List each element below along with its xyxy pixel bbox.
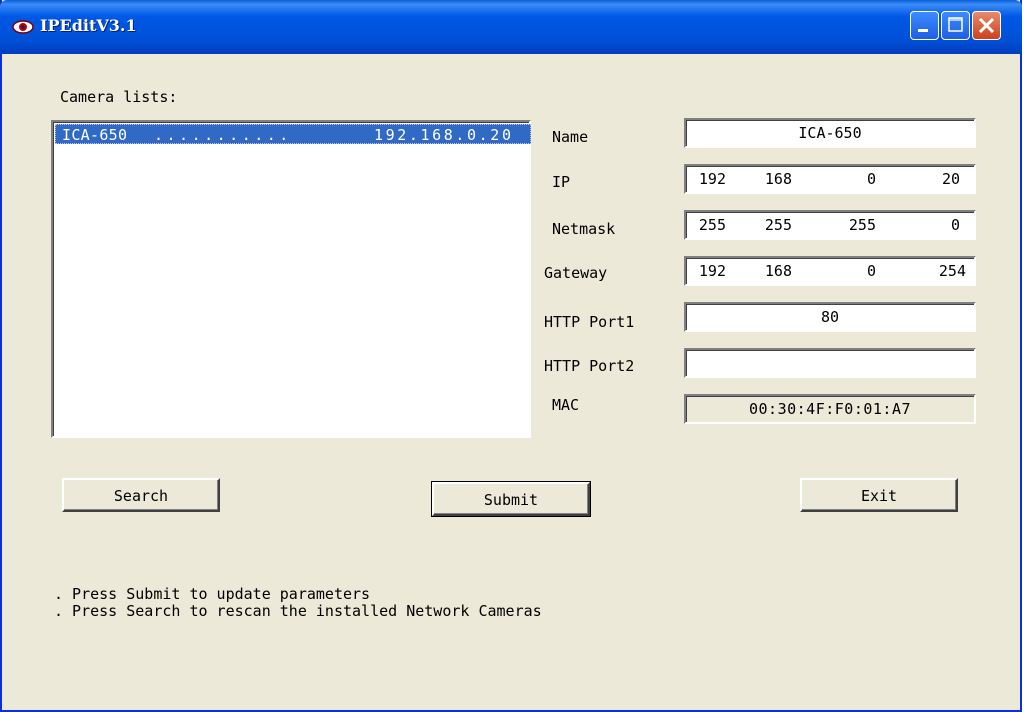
search-button-label: Search xyxy=(113,487,169,505)
ip-octet-4[interactable]: 20 xyxy=(912,170,960,188)
close-button[interactable] xyxy=(972,11,1001,40)
camera-name: ICA-650 xyxy=(62,126,128,144)
list-item[interactable]: ICA-650 ........... 192.168.0.20 xyxy=(55,124,531,144)
help-line-2: . Press Search to rescan the installed N… xyxy=(54,602,542,620)
name-value: ICA-650 xyxy=(798,124,862,142)
exit-button[interactable]: Exit xyxy=(800,478,958,512)
http-port1-field[interactable]: 80 xyxy=(684,302,976,332)
camera-list-label: Camera lists: xyxy=(60,88,178,106)
mac-label: MAC xyxy=(552,396,580,414)
app-window: IPEditV3.1 Camera lists: ICA-650 .......… xyxy=(0,0,1022,712)
maximize-icon xyxy=(948,17,963,32)
gateway-label: Gateway xyxy=(544,264,608,282)
camera-ip: 192.168.0.20 xyxy=(374,126,514,144)
camera-separator: ........... xyxy=(154,126,292,144)
http-port1-value: 80 xyxy=(820,308,840,326)
netmask-octet-2[interactable]: 255 xyxy=(744,216,792,234)
minimize-icon xyxy=(918,29,928,32)
ip-field[interactable]: 192 168 0 20 xyxy=(684,164,976,194)
mac-value: 00:30:4F:F0:01:A7 xyxy=(748,400,912,418)
netmask-octet-1[interactable]: 255 xyxy=(678,216,726,234)
netmask-octet-3[interactable]: 255 xyxy=(828,216,876,234)
http-port2-field[interactable] xyxy=(684,348,976,378)
ip-octet-3[interactable]: 0 xyxy=(828,170,876,188)
http-port1-label: HTTP Port1 xyxy=(544,313,635,331)
ip-label: IP xyxy=(552,173,571,191)
eye-icon xyxy=(12,20,34,34)
submit-button[interactable]: Submit xyxy=(431,481,591,517)
close-icon xyxy=(978,17,995,34)
netmask-octet-4[interactable]: 0 xyxy=(912,216,960,234)
search-button[interactable]: Search xyxy=(62,478,220,512)
gateway-octet-1[interactable]: 192 xyxy=(678,262,726,280)
gateway-octet-3[interactable]: 0 xyxy=(828,262,876,280)
gateway-octet-4[interactable]: 254 xyxy=(918,262,966,280)
mac-field: 00:30:4F:F0:01:A7 xyxy=(684,394,976,424)
exit-button-label: Exit xyxy=(860,487,898,505)
ip-octet-2[interactable]: 168 xyxy=(744,170,792,188)
name-field[interactable]: ICA-650 xyxy=(684,118,976,148)
ip-octet-1[interactable]: 192 xyxy=(678,170,726,188)
window-title: IPEditV3.1 xyxy=(40,16,137,35)
gateway-field[interactable]: 192 168 0 254 xyxy=(684,256,976,286)
camera-listbox[interactable]: ICA-650 ........... 192.168.0.20 xyxy=(51,120,531,438)
name-label: Name xyxy=(552,128,589,146)
gateway-octet-2[interactable]: 168 xyxy=(744,262,792,280)
http-port2-label: HTTP Port2 xyxy=(544,357,635,375)
netmask-field[interactable]: 255 255 255 0 xyxy=(684,210,976,240)
help-line-1: . Press Submit to update parameters xyxy=(54,585,371,603)
minimize-button[interactable] xyxy=(910,11,939,40)
maximize-button[interactable] xyxy=(941,11,970,40)
netmask-label: Netmask xyxy=(552,220,616,238)
title-bar[interactable]: IPEditV3.1 xyxy=(0,0,1022,54)
submit-button-label: Submit xyxy=(483,491,539,509)
